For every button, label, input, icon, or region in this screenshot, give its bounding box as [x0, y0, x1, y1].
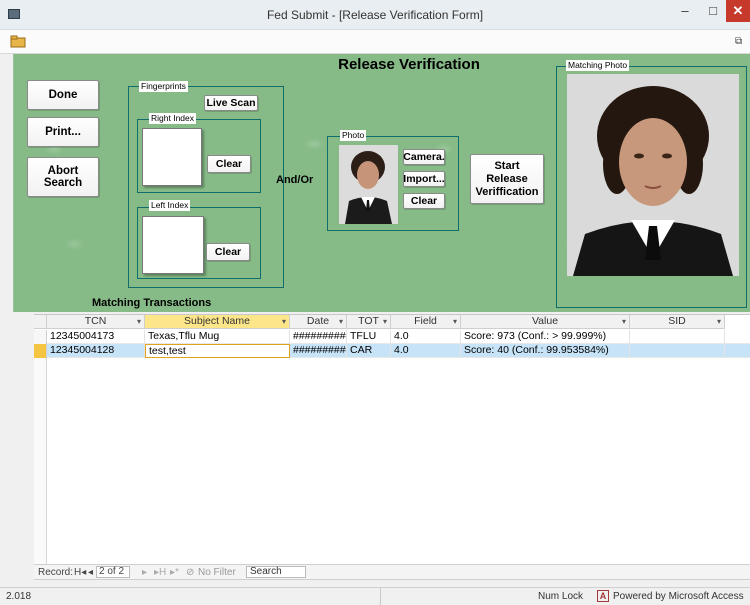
cell-value[interactable]: Score: 40 (Conf.: 99.953584%) [461, 344, 630, 358]
cell-field[interactable]: 4.0 [391, 330, 461, 344]
num-lock-indicator: Num Lock [538, 591, 584, 602]
right-index-print [142, 128, 202, 186]
done-button[interactable]: Done [27, 80, 99, 110]
quick-access-toolbar: ⧉ [0, 30, 750, 54]
sort-arrow-icon[interactable]: ▾ [622, 315, 626, 328]
sort-arrow-icon[interactable]: ▾ [383, 315, 387, 328]
start-release-verification-button[interactable]: Start Release Veriffication [470, 154, 544, 204]
no-filter-label[interactable]: No Filter [198, 567, 236, 578]
matching-photo [567, 74, 739, 276]
cell-subject-name[interactable]: test,test [145, 344, 290, 358]
window-title: Fed Submit - [Release Verification Form] [266, 8, 484, 22]
select-all-corner[interactable] [34, 315, 47, 329]
column-header-label: SID [668, 315, 686, 327]
column-header-label: TOT [358, 315, 379, 327]
photo-label: Photo [340, 130, 367, 141]
sort-arrow-icon[interactable]: ▾ [339, 315, 343, 328]
column-header-sid[interactable]: SID ▾ [630, 315, 725, 329]
column-header-label: Subject Name [184, 315, 250, 327]
last-record-icon[interactable]: ▸H [154, 567, 166, 578]
camera-button[interactable]: Camera. [403, 149, 445, 165]
and-or-label: And/Or [276, 174, 314, 186]
transactions-datasheet: TCN ▾ Subject Name ▾ Date ▾ TOT ▾ Field ▾ Val… [34, 314, 750, 565]
form-heading: Release Verification [338, 56, 480, 73]
row-selector[interactable] [34, 344, 47, 358]
matching-photo-label: Matching Photo [566, 60, 630, 71]
status-left-text: 2.018 [6, 591, 32, 602]
abort-search-button[interactable]: Abort Search [27, 157, 99, 197]
column-header-subject-name[interactable]: Subject Name ▾ [145, 315, 290, 329]
fingerprints-label: Fingerprints [139, 81, 188, 92]
status-separator [380, 588, 381, 605]
filter-icon[interactable]: ⊘ [186, 567, 194, 578]
column-header-label: Date [306, 315, 330, 327]
table-row-selected[interactable]: 12345004128 test,test ########## CAR 4.0… [34, 344, 750, 358]
cell-tcn[interactable]: 12345004128 [47, 344, 145, 358]
cell-tcn[interactable]: 12345004173 [47, 330, 145, 344]
column-header-label: Field [414, 315, 437, 327]
portrait-thumbnail-image [339, 145, 398, 224]
minimize-button[interactable]: – [672, 0, 698, 22]
new-record-icon[interactable]: ▸* [170, 567, 179, 578]
clear-right-index-button[interactable]: Clear [207, 155, 251, 173]
print-button[interactable]: Print... [27, 117, 99, 147]
record-position-field[interactable]: 2 of 2 [96, 566, 130, 578]
restore-window-icon[interactable]: ⧉ [735, 36, 742, 47]
next-record-icon[interactable]: ▸ [142, 567, 147, 578]
cell-subject-name[interactable]: Texas,Tflu Mug [145, 330, 290, 344]
cell-sid[interactable] [630, 344, 725, 358]
release-verification-form: Release Verification Done Print... Abort… [13, 54, 750, 312]
import-button[interactable]: Import... [403, 171, 445, 187]
close-button[interactable]: ✕ [726, 0, 750, 22]
empty-selector-strip [34, 358, 47, 565]
cell-field[interactable]: 4.0 [391, 344, 461, 358]
title-bar: Fed Submit - [Release Verification Form]… [0, 0, 750, 30]
cell-date[interactable]: ########## [290, 330, 347, 344]
clear-left-index-button[interactable]: Clear [206, 243, 250, 261]
matching-portrait-image [567, 74, 739, 276]
sort-arrow-icon[interactable]: ▾ [282, 315, 286, 328]
column-header-label: TCN [84, 315, 107, 327]
clear-photo-button[interactable]: Clear [403, 193, 445, 209]
folder-icon[interactable] [10, 35, 26, 48]
maximize-button[interactable]: □ [700, 0, 726, 22]
column-header-value[interactable]: Value ▾ [461, 315, 630, 329]
cell-tot[interactable]: TFLU [347, 330, 391, 344]
search-field[interactable]: Search [246, 566, 306, 578]
photo-thumbnail [339, 145, 398, 224]
matching-transactions-label: Matching Transactions [92, 297, 212, 309]
column-header-tot[interactable]: TOT ▾ [347, 315, 391, 329]
cell-value[interactable]: Score: 973 (Conf.: > 99.999%) [461, 330, 630, 344]
column-header-tcn[interactable]: TCN ▾ [47, 315, 145, 329]
column-header-label: Value [531, 315, 559, 327]
left-index-label: Left Index [149, 200, 191, 211]
cell-sid[interactable] [630, 330, 725, 344]
column-header-date[interactable]: Date ▾ [290, 315, 347, 329]
cell-date[interactable]: ########## [290, 344, 347, 358]
live-scan-button[interactable]: Live Scan [204, 95, 258, 111]
powered-by-text: Powered by Microsoft Access [613, 591, 744, 602]
previous-record-icon[interactable]: ◂ [88, 567, 93, 578]
column-header-field[interactable]: Field ▾ [391, 315, 461, 329]
sort-arrow-icon[interactable]: ▾ [453, 315, 457, 328]
status-bar: 2.018 Num Lock A Powered by Microsoft Ac… [0, 587, 750, 605]
access-logo-icon: A [597, 590, 609, 602]
sort-arrow-icon[interactable]: ▾ [717, 315, 721, 328]
row-selector[interactable] [34, 330, 47, 344]
left-index-print [142, 216, 204, 274]
right-index-label: Right Index [149, 113, 196, 124]
sort-arrow-icon[interactable]: ▾ [137, 315, 141, 328]
first-record-icon[interactable]: H◂ [74, 567, 86, 578]
record-label: Record: [38, 567, 74, 578]
record-navigator: Record: H◂ ◂ 2 of 2 ▸ ▸H ▸* ⊘ No Filter … [34, 564, 750, 580]
table-row[interactable]: 12345004173 Texas,Tflu Mug ########## TF… [34, 330, 750, 344]
cell-tot[interactable]: CAR [347, 344, 391, 358]
